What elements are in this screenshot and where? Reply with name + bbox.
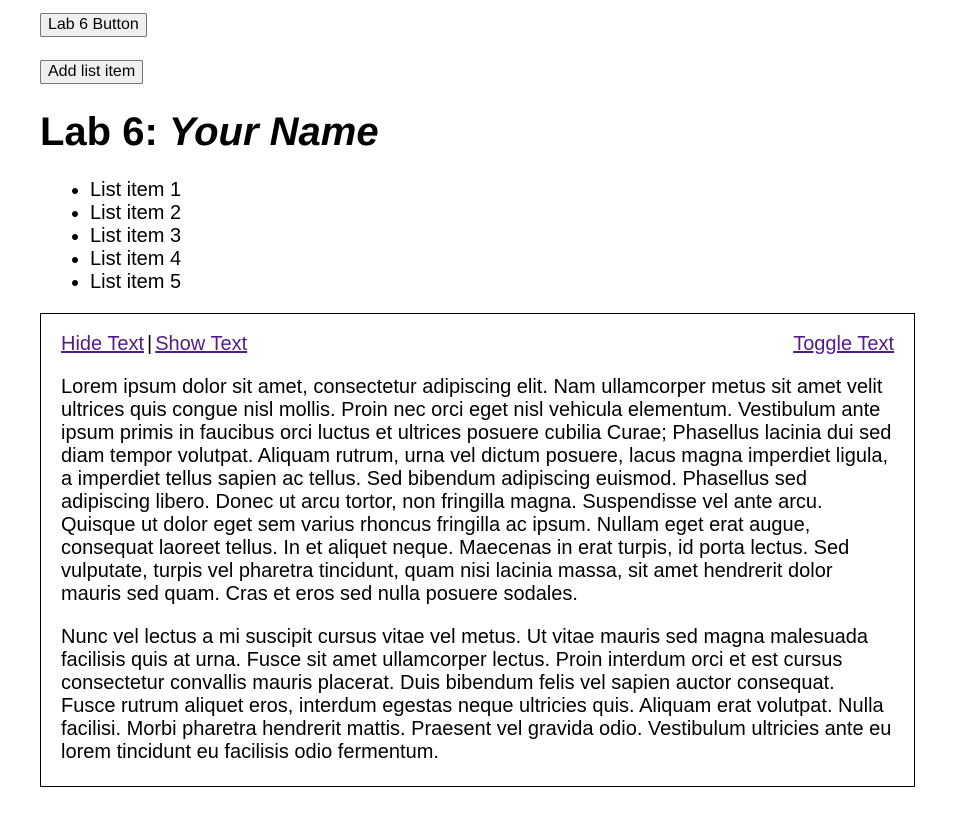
page-title: Lab 6: Your Name [40,109,915,155]
add-item-button-row: Add list item [40,60,915,84]
link-separator: | [147,333,153,355]
lab-button-row: Lab 6 Button [40,13,915,37]
text-controls: Hide Text | Show Text Toggle Text [61,333,894,356]
page-content: Lab 6 Button Add list item Lab 6: Your N… [40,13,915,787]
list-item: List item 1 [90,179,915,202]
paragraph-2: Nunc vel lectus a mi suscipit cursus vit… [61,626,892,763]
title-name: Your Name [168,110,379,154]
list-item: List item 4 [90,248,915,271]
hide-show-links: Hide Text | Show Text [61,333,247,356]
show-text-link[interactable]: Show Text [155,333,247,355]
list-item: List item 5 [90,271,915,294]
paragraph-1: Lorem ipsum dolor sit amet, consectetur … [61,376,892,605]
title-prefix: Lab 6: [40,110,158,154]
item-list: List item 1 List item 2 List item 3 List… [40,179,915,294]
lab-6-button[interactable]: Lab 6 Button [40,13,147,37]
list-item: List item 3 [90,225,915,248]
add-list-item-button[interactable]: Add list item [40,60,144,84]
hide-text-link[interactable]: Hide Text [61,333,144,355]
list-item: List item 2 [90,202,915,225]
text-box: Hide Text | Show Text Toggle Text Lorem ip… [40,313,915,787]
toggle-text-link[interactable]: Toggle Text [793,333,894,356]
